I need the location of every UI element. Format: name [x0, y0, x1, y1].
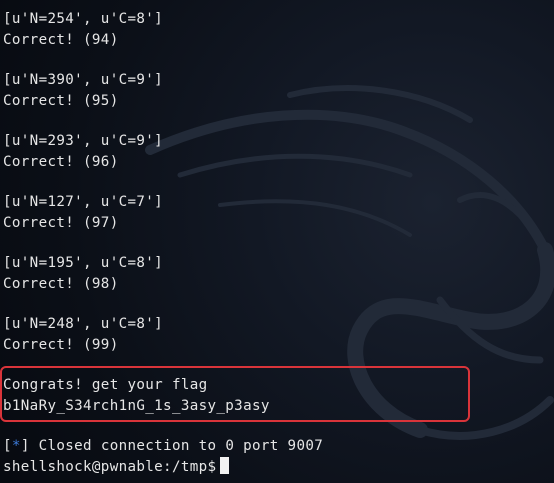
text-cursor [220, 457, 230, 474]
result-line: Correct! (94) [3, 32, 119, 48]
congrats-message: Congrats! get your flag [3, 377, 208, 393]
result-line: Correct! (95) [3, 93, 119, 109]
shell-prompt-line[interactable]: shellshock@pwnable:/tmp$ [3, 457, 230, 477]
query-line: [u'N=127', u'C=7'] [3, 194, 164, 210]
query-line: [u'N=390', u'C=9'] [3, 72, 164, 88]
query-line: [u'N=254', u'C=8'] [3, 11, 164, 27]
result-line: Correct! (98) [3, 276, 119, 292]
query-line: [u'N=248', u'C=8'] [3, 316, 164, 332]
shell-prompt: shellshock@pwnable:/tmp$ [3, 459, 217, 475]
query-line: [u'N=195', u'C=8'] [3, 255, 164, 271]
terminal-window[interactable]: [u'N=254', u'C=8'] Correct! (94) [u'N=39… [0, 0, 554, 483]
result-line: Correct! (99) [3, 337, 119, 353]
closed-message: ] Closed connection to 0 port 9007 [20, 438, 324, 454]
result-line: Correct! (97) [3, 215, 119, 231]
flag-text: b1NaRy_S34rch1nG_1s_3asy_p3asy [3, 398, 270, 414]
connection-closed-line: [*] Closed connection to 0 port 9007 [3, 436, 323, 456]
result-line: Correct! (96) [3, 154, 119, 170]
bracket-open: [ [3, 438, 12, 454]
query-line: [u'N=293', u'C=9'] [3, 133, 164, 149]
status-star: * [11, 438, 21, 454]
